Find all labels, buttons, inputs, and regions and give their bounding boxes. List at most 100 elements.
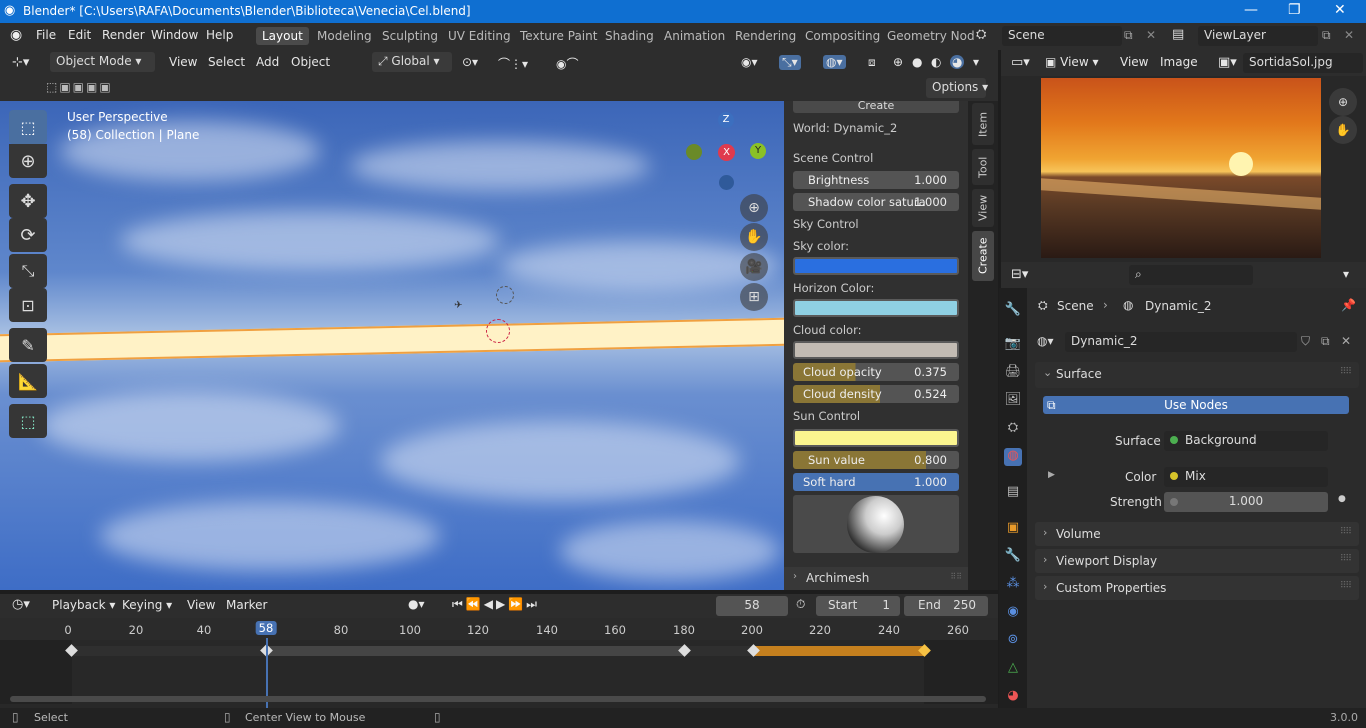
stopwatch-icon[interactable]: ⏱ (796, 597, 805, 612)
fake-user-icon[interactable]: ⛉ (1301, 334, 1310, 349)
visibility-icon[interactable]: ◉▾ (741, 55, 758, 69)
shading-options-icon[interactable]: ▾ (973, 55, 979, 69)
transform-tool[interactable]: ⊡ (9, 288, 47, 322)
particles-tab-icon[interactable]: ⁂ (1004, 576, 1022, 594)
image-view-dropdown[interactable]: ▣ View ▾ (1045, 55, 1098, 69)
timeline-scrollbar[interactable] (10, 696, 986, 702)
gizmo-x-axis[interactable]: X (718, 144, 735, 161)
camera-view-icon[interactable]: 🎥 (740, 253, 768, 281)
cloud-density-slider[interactable]: Cloud density 0.524 (793, 385, 959, 403)
brightness-slider[interactable]: Brightness 1.000 (793, 171, 959, 189)
select-box-tool[interactable]: ⬚ (9, 110, 47, 144)
auto-keying-icon[interactable]: ●▾ (408, 597, 425, 611)
menu-help[interactable]: Help (206, 28, 233, 42)
constraints-tab-icon[interactable]: ⊚ (1004, 632, 1022, 650)
viewport-menu-add[interactable]: Add (256, 55, 279, 69)
new-view-layer-icon[interactable]: ⧉ (1322, 28, 1331, 43)
options-dropdown[interactable]: Options ▾ (926, 78, 988, 98)
viewport-menu-object[interactable]: Object (291, 55, 330, 69)
add-cube-tool[interactable]: ⬚ (9, 404, 47, 438)
properties-editor-icon[interactable]: ⊟▾ (1011, 267, 1028, 282)
keying-menu[interactable]: Keying ▾ (122, 598, 172, 612)
playback-menu[interactable]: Playback ▾ (52, 598, 115, 612)
world-tab-icon[interactable]: ◍ (1004, 448, 1022, 466)
transform-orientation-dropdown[interactable]: ⤢ Global ▾ (372, 52, 452, 72)
timeline-editor-icon[interactable]: ◷▾ (12, 597, 30, 612)
move-tool[interactable]: ✥ (9, 184, 47, 218)
unlink-icon[interactable]: ✕ (1341, 334, 1351, 348)
tab-create[interactable]: Create (972, 231, 994, 281)
pin-icon[interactable]: 📌 (1341, 298, 1356, 312)
surface-section[interactable]: ⌄ Surface ⠿⠿ (1035, 362, 1359, 388)
gizmo-toggle-icon[interactable]: ⤡▾ (779, 55, 801, 70)
rotate-tool[interactable]: ⟳ (9, 218, 47, 252)
view-layer-icon[interactable]: ▤ (1172, 27, 1184, 42)
viewport-menu-select[interactable]: Select (208, 55, 245, 69)
xray-icon[interactable]: ⧈ (868, 55, 876, 70)
snap-icon[interactable]: ⌒⋮▾ (498, 55, 528, 72)
gizmo-z-axis[interactable]: Z (718, 112, 734, 128)
horizon-color-swatch[interactable] (793, 299, 959, 317)
overlay-toggle-icon[interactable]: ◍▾ (823, 55, 846, 69)
color-input-field[interactable]: Mix (1164, 467, 1328, 487)
physics-tab-icon[interactable]: ◉ (1004, 604, 1022, 622)
light-object[interactable] (496, 286, 514, 304)
timeline-view-menu[interactable]: View (187, 598, 215, 612)
custom-properties-section[interactable]: › Custom Properties ⠿⠿ (1035, 576, 1359, 600)
menu-window[interactable]: Window (151, 28, 198, 42)
view-layer-tab-icon[interactable]: 🖼 (1004, 392, 1022, 410)
volume-section[interactable]: › Volume ⠿⠿ (1035, 522, 1359, 546)
cloud-color-swatch[interactable] (793, 341, 959, 359)
scale-tool[interactable]: ⤡ (9, 254, 47, 288)
marker-menu[interactable]: Marker (226, 598, 267, 612)
modifier-tab-icon[interactable]: 🔧 (1004, 548, 1022, 566)
menu-edit[interactable]: Edit (68, 28, 91, 42)
tab-layout[interactable]: Layout (256, 27, 309, 45)
new-scene-icon[interactable]: ⧉ (1124, 28, 1133, 43)
pivot-icon[interactable]: ⊙▾ (462, 55, 478, 69)
start-frame-field[interactable]: Start 1 (816, 596, 900, 616)
gizmo-neg-z-axis[interactable] (719, 175, 734, 190)
scene-tab-icon[interactable]: ⛭ (1004, 420, 1022, 438)
world-name-field[interactable]: Dynamic_2 (1065, 332, 1297, 352)
zoom-icon[interactable]: ⊕ (740, 194, 768, 222)
shadow-color-saturation-slider[interactable]: Shadow color satura 1.000 (793, 193, 959, 211)
annotate-tool[interactable]: ✎ (9, 328, 47, 362)
keyframe-dot-icon[interactable]: ● (1338, 494, 1346, 504)
tab-tool[interactable]: Tool (972, 149, 994, 185)
archimesh-panel[interactable]: › Archimesh ⠿⠿ (784, 567, 968, 590)
surface-shader-field[interactable]: Background (1164, 431, 1328, 451)
cloud-opacity-slider[interactable]: Cloud opacity 0.375 (793, 363, 959, 381)
proportional-edit-icon[interactable]: ◉⌒ (556, 55, 578, 72)
solid-shading-icon[interactable]: ● (912, 55, 922, 69)
remove-scene-icon[interactable]: ✕ (1146, 28, 1156, 42)
wireframe-shading-icon[interactable]: ⊕ (893, 55, 903, 69)
drag-handle-icon[interactable]: ⠿⠿ (1340, 581, 1352, 591)
ortho-grid-icon[interactable]: ⊞ (740, 283, 768, 311)
tab-uv-editing[interactable]: UV Editing (448, 29, 511, 43)
tab-sculpting[interactable]: Sculpting (382, 29, 438, 43)
measure-tool[interactable]: 📐 (9, 364, 47, 398)
view-layer-field[interactable]: ViewLayer (1198, 26, 1318, 46)
3d-viewport[interactable]: User Perspective (58) Collection | Plane… (0, 101, 784, 590)
tab-item[interactable]: Item (972, 103, 994, 145)
tool-tab-icon[interactable]: 🔧 (1004, 302, 1022, 320)
image-pan-icon[interactable]: ✋ (1329, 116, 1357, 144)
playback-controls-icons[interactable]: ⏮⏪◀▶⏩⏭ (452, 597, 540, 612)
image-editor-type-icon[interactable]: ▭▾ (1011, 55, 1030, 70)
tab-geometry-nodes[interactable]: Geometry Nod (887, 29, 975, 43)
timeline-area[interactable]: 0 20 40 58 80 100 120 140 160 180 200 22… (0, 618, 998, 708)
image-editor-area[interactable]: ⊕ ✋ (1001, 76, 1366, 262)
data-tab-icon[interactable]: △ (1004, 660, 1022, 678)
cursor-tool[interactable]: ⊕ (9, 144, 47, 178)
drag-handle-icon[interactable]: ⠿⠿ (1340, 527, 1352, 537)
menu-render[interactable]: Render (102, 28, 145, 42)
editor-type-icon[interactable]: ⊹▾ (12, 55, 29, 70)
soft-hard-slider[interactable]: Soft hard 1.000 (793, 473, 959, 491)
sky-color-swatch[interactable] (793, 257, 959, 275)
minimize-icon[interactable]: — (1244, 2, 1258, 18)
drag-handle-icon[interactable]: ⠿⠿ (1340, 554, 1352, 564)
material-tab-icon[interactable]: ◕ (1004, 688, 1022, 706)
tab-modeling[interactable]: Modeling (317, 29, 372, 43)
world-browse-icon[interactable]: ◍▾ (1037, 334, 1054, 348)
